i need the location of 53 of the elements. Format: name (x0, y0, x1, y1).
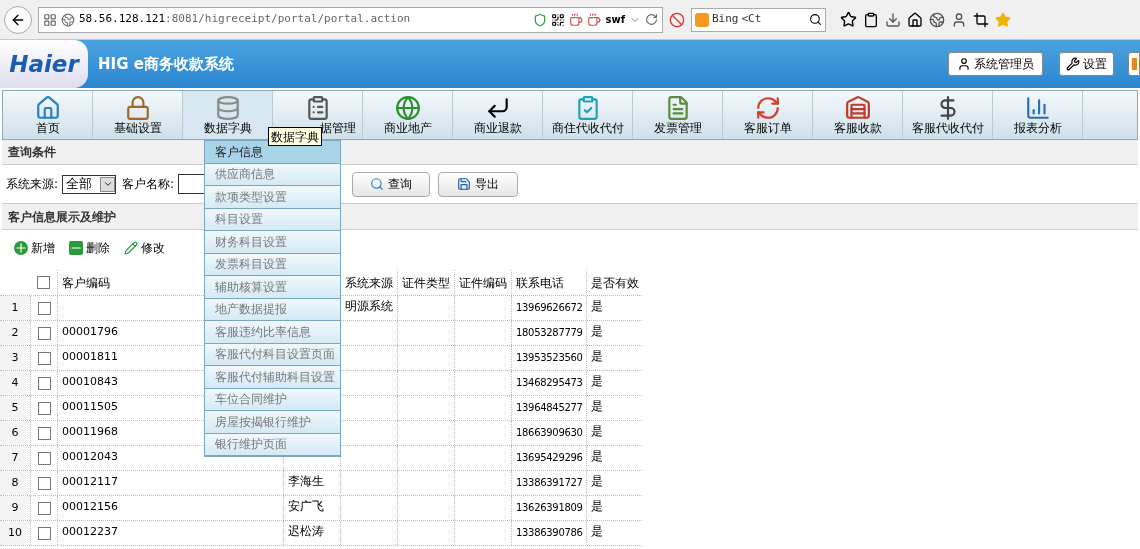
table-cell-text: 李海生 (288, 473, 324, 490)
table-cell: 00012156 (62, 498, 118, 515)
table-cell: 00001811 (62, 348, 118, 365)
table-cell: 00012043 (62, 448, 118, 465)
table-cell: 00011968 (62, 423, 118, 440)
row-number: 2 (0, 321, 30, 345)
row-number: 6 (0, 421, 30, 445)
table-cell-text: 明源系统 (345, 298, 393, 315)
table-cell-text: 迟松涛 (288, 523, 324, 540)
field-label: 系统来源: (6, 176, 59, 193)
table-cell-text: 是 (591, 473, 603, 490)
row-number: 8 (0, 471, 30, 495)
table-cell-text: 是 (591, 448, 603, 465)
table-cell-text: 13695429296 (516, 451, 583, 465)
section-title: 客户信息展示及维护 (8, 208, 116, 226)
app-title: HIG e商务收款系统 (98, 53, 234, 75)
table-cell-text: 是 (591, 373, 603, 390)
field-label: 客户名称: (122, 176, 175, 193)
table-cell: 00011505 (62, 398, 118, 415)
table-cell-text: 是 (591, 348, 603, 365)
row-number: 10 (0, 521, 30, 545)
table-cell-text: 是 (591, 323, 603, 340)
section-title: 查询条件 (8, 144, 56, 161)
row-number: 9 (0, 496, 30, 520)
table-cell-text: 是 (591, 523, 603, 540)
table-cell-text: 13953523560 (516, 351, 583, 365)
table-cell-text: 18663909630 (516, 426, 583, 440)
url-text: 58.56.128.121:8081/higreceipt/portal/portal.action (79, 11, 411, 28)
row-number: 7 (0, 446, 30, 470)
table-cell-text: 13468295473 (516, 376, 583, 390)
table-cell-text: 是 (591, 398, 603, 415)
row-number: 5 (0, 396, 30, 420)
logo: Haier (9, 49, 79, 79)
row-number: 3 (0, 346, 30, 370)
search-engine-name: Bing (712, 11, 739, 28)
table-cell-text: 13386390786 (516, 526, 583, 540)
table-cell: 00001796 (62, 323, 118, 340)
table-cell-text: 13626391809 (516, 501, 583, 515)
table-cell-text: 13964845277 (516, 401, 583, 415)
table-cell-text: 13969626672 (516, 301, 583, 315)
table-cell-text: 18053287779 (516, 326, 583, 340)
table-cell-text: 是 (591, 298, 603, 315)
table-cell-text: 安广飞 (288, 498, 324, 515)
table-cell: 00010843 (62, 373, 118, 390)
tooltip: 数据字典 (268, 127, 322, 146)
row-number: 4 (0, 371, 30, 395)
row-number: 1 (0, 296, 30, 320)
search-value: <Ct (741, 11, 762, 28)
table-cell: 00012117 (62, 473, 118, 490)
table-cell-text: 是 (591, 498, 603, 515)
table-cell-text: 是 (591, 423, 603, 440)
table-cell: 00012237 (62, 523, 118, 540)
table-cell-text: 13386391727 (516, 476, 583, 490)
